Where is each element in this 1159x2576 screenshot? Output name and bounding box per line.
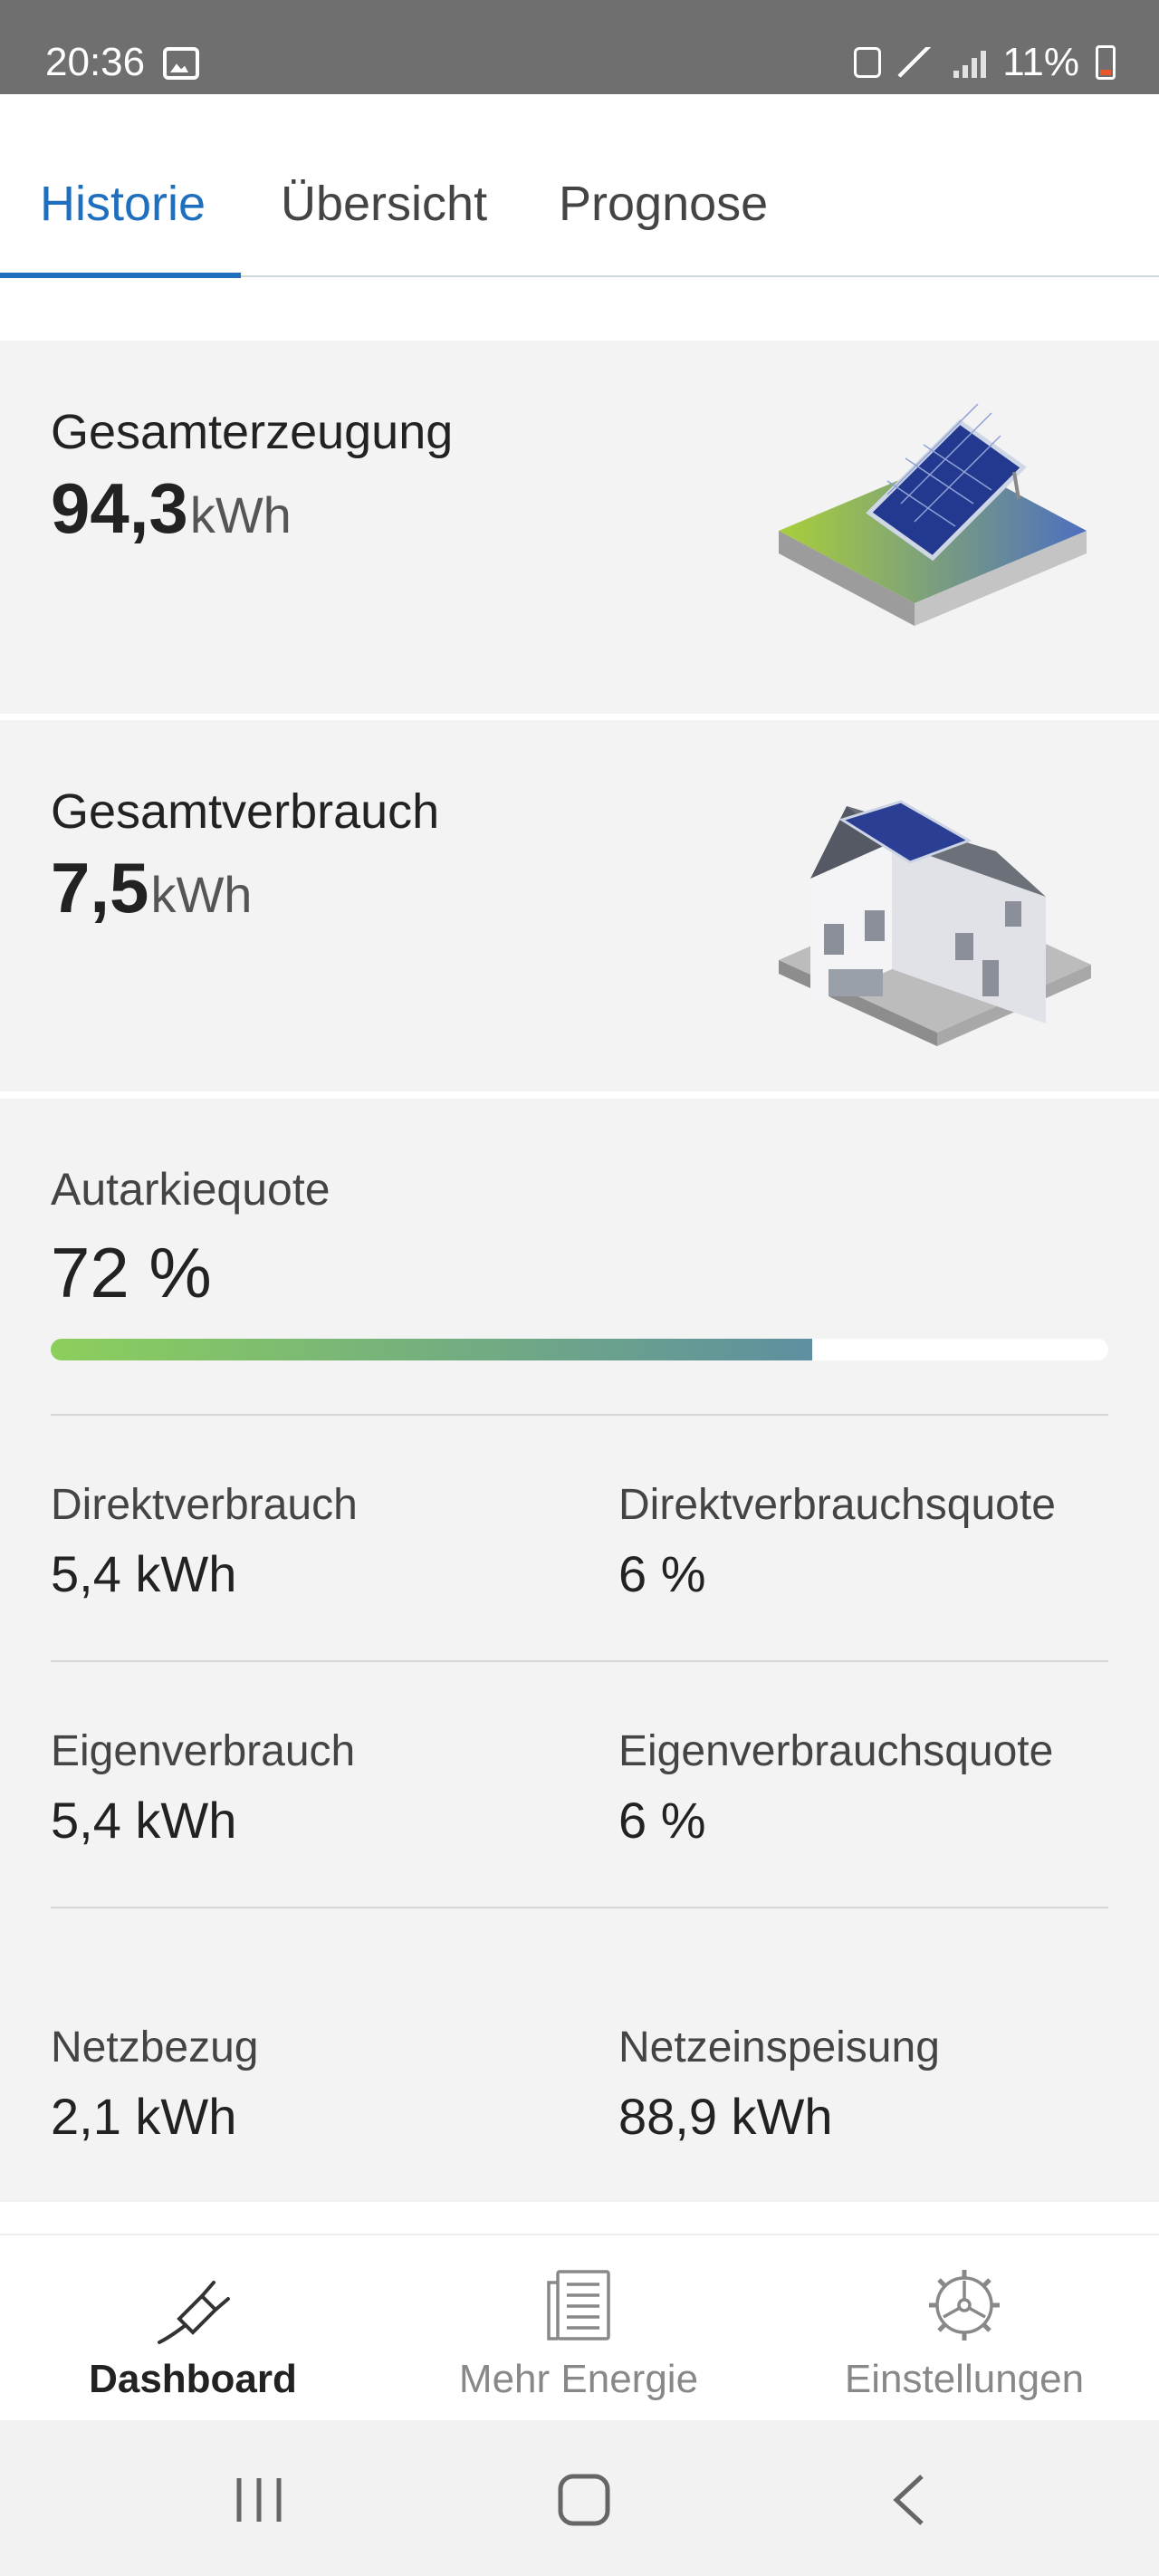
battery-percent: 11% (1002, 40, 1079, 84)
divider (51, 1907, 1108, 1908)
self-consumption-rate-value: 6 % (618, 1792, 706, 1849)
direct-consumption-rate-value: 6 % (618, 1545, 706, 1602)
lock-icon (854, 47, 882, 78)
autarky-value: 72 % (51, 1233, 212, 1312)
autarky-progress-bar (51, 1339, 1108, 1360)
active-tab-indicator (0, 273, 241, 278)
direct-consumption-label: Direktverbrauch (51, 1481, 358, 1529)
nav-dashboard[interactable]: Dashboard (0, 2235, 386, 2422)
signal-icon (953, 47, 987, 78)
status-bar: 20:36 11% (0, 0, 1159, 94)
grid-draw-value: 2,1 kWh (51, 2088, 237, 2145)
tab-uebersicht[interactable]: Übersicht (281, 176, 487, 232)
generation-value: 94,3kWh (51, 467, 292, 550)
self-consumption-label: Eigenverbrauch (51, 1727, 356, 1775)
bottom-navigation: Dashboard Mehr Energie Einstellungen (0, 2234, 1159, 2422)
consumption-title: Gesamtverbrauch (51, 784, 440, 839)
nav-more-energy-label: Mehr Energie (458, 2357, 699, 2401)
wifi-icon (897, 47, 938, 78)
divider (51, 1660, 1108, 1662)
nav-more-energy[interactable]: Mehr Energie (386, 2235, 771, 2422)
generation-title: Gesamterzeugung (51, 405, 454, 459)
generation-card[interactable]: Gesamterzeugung 94,3kWh (0, 341, 1159, 714)
nav-settings-label: Einstellungen (844, 2357, 1085, 2401)
grid-feed-label: Netzeinspeisung (618, 2023, 940, 2071)
plug-icon (158, 2281, 230, 2344)
direct-consumption-value: 5,4 kWh (51, 1545, 237, 1602)
back-icon[interactable] (889, 2473, 929, 2527)
grid-draw-label: Netzbezug (51, 2023, 259, 2071)
grid-feed-value: 88,9 kWh (618, 2088, 833, 2145)
consumption-unit: kWh (150, 866, 253, 923)
gallery-notification-icon (163, 47, 199, 80)
direct-consumption-rate-label: Direktverbrauchsquote (618, 1481, 1056, 1529)
gear-icon (929, 2270, 1000, 2341)
tab-bar: Historie Übersicht Prognose (0, 127, 1159, 278)
consumption-number: 7,5 (51, 848, 149, 928)
divider (51, 1414, 1108, 1416)
system-navigation-bar (0, 2420, 1159, 2576)
house-illustration (779, 800, 1091, 1046)
consumption-card[interactable]: Gesamtverbrauch 7,5kWh (0, 720, 1159, 1091)
nav-dashboard-label: Dashboard (89, 2357, 297, 2401)
autarky-label: Autarkiequote (51, 1164, 330, 1215)
generation-unit: kWh (189, 486, 292, 543)
consumption-value: 7,5kWh (51, 847, 252, 929)
recent-apps-icon[interactable] (232, 2475, 286, 2525)
self-consumption-value: 5,4 kWh (51, 1792, 237, 1849)
self-consumption-rate-label: Eigenverbrauchsquote (618, 1727, 1054, 1775)
status-icons: 11% (854, 40, 1116, 85)
tab-prognose[interactable]: Prognose (559, 176, 768, 232)
status-time: 20:36 (45, 40, 146, 84)
nav-settings[interactable]: Einstellungen (771, 2235, 1157, 2422)
battery-icon (1096, 45, 1116, 80)
home-icon[interactable] (557, 2473, 611, 2527)
solar-panel-illustration (779, 404, 1087, 626)
generation-number: 94,3 (51, 468, 188, 548)
newspaper-icon (547, 2270, 610, 2341)
autarky-progress-fill (51, 1339, 812, 1360)
tab-historie[interactable]: Historie (40, 176, 206, 232)
